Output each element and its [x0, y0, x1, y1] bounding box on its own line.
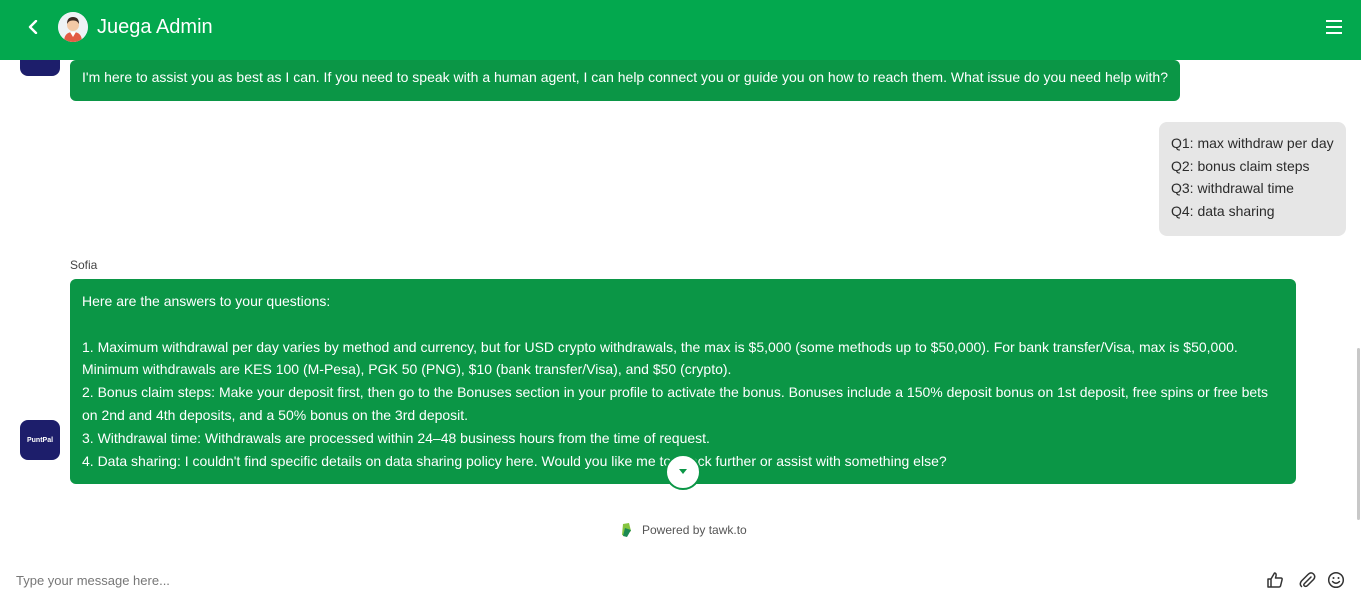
- message-line: [82, 313, 1284, 336]
- scroll-to-bottom-button[interactable]: [665, 454, 701, 490]
- message-line: Minimum withdrawals are KES 100 (M-Pesa)…: [82, 361, 732, 378]
- thumbs-up-button[interactable]: [1266, 571, 1284, 589]
- message-line: Q2: bonus claim steps: [1171, 157, 1310, 174]
- user-message: Q1: max withdraw per day Q2: bonus claim…: [1159, 122, 1346, 236]
- message-line: Q3: withdrawal time: [1171, 180, 1294, 196]
- chevron-left-icon: [28, 20, 38, 34]
- puntpal-logo: PuntPal: [26, 436, 54, 444]
- message-line: Q1: max withdraw per day: [1171, 135, 1334, 151]
- chat-header: Juega Admin: [0, 0, 1361, 60]
- admin-avatar: [58, 12, 88, 42]
- paperclip-icon: [1299, 572, 1316, 588]
- powered-by-text: Powered by tawk.to: [642, 523, 747, 537]
- sender-name: Sofia: [70, 258, 98, 272]
- message-composer: [0, 560, 1361, 601]
- message-line: 2. Bonus claim steps: Make your deposit …: [82, 384, 1269, 401]
- powered-by[interactable]: Powered by tawk.to: [620, 522, 747, 538]
- agent-avatar: PuntPal: [20, 420, 60, 460]
- attach-button[interactable]: [1298, 571, 1316, 589]
- agent-message: I'm here to assist you as best as I can.…: [70, 60, 1180, 101]
- message-list[interactable]: I'm here to assist you as best as I can.…: [0, 60, 1361, 550]
- caret-down-icon: [679, 469, 687, 474]
- menu-button[interactable]: [1325, 19, 1343, 35]
- message-line: on 2nd and 4th deposits, and a 50% bonus…: [82, 406, 469, 423]
- smiley-icon: [1327, 571, 1345, 589]
- emoji-button[interactable]: [1327, 571, 1345, 589]
- message-line: Q4: data sharing: [1171, 202, 1275, 219]
- message-line: 3. Withdrawal time: Withdrawals are proc…: [82, 429, 710, 446]
- message-line: Here are the answers to your questions:: [82, 293, 331, 309]
- chat-title: Juega Admin: [97, 16, 213, 38]
- back-button[interactable]: [22, 16, 44, 38]
- message-input[interactable]: [16, 570, 1236, 590]
- tawk-logo-icon: [622, 523, 631, 537]
- thumbs-up-icon: [1267, 572, 1283, 588]
- hamburger-icon: [1326, 20, 1342, 34]
- agent-avatar: [20, 60, 60, 76]
- scrollbar[interactable]: [1357, 348, 1360, 520]
- message-text: I'm here to assist you as best as I can.…: [82, 69, 1168, 85]
- message-line: 1. Maximum withdrawal per day varies by …: [82, 338, 1238, 355]
